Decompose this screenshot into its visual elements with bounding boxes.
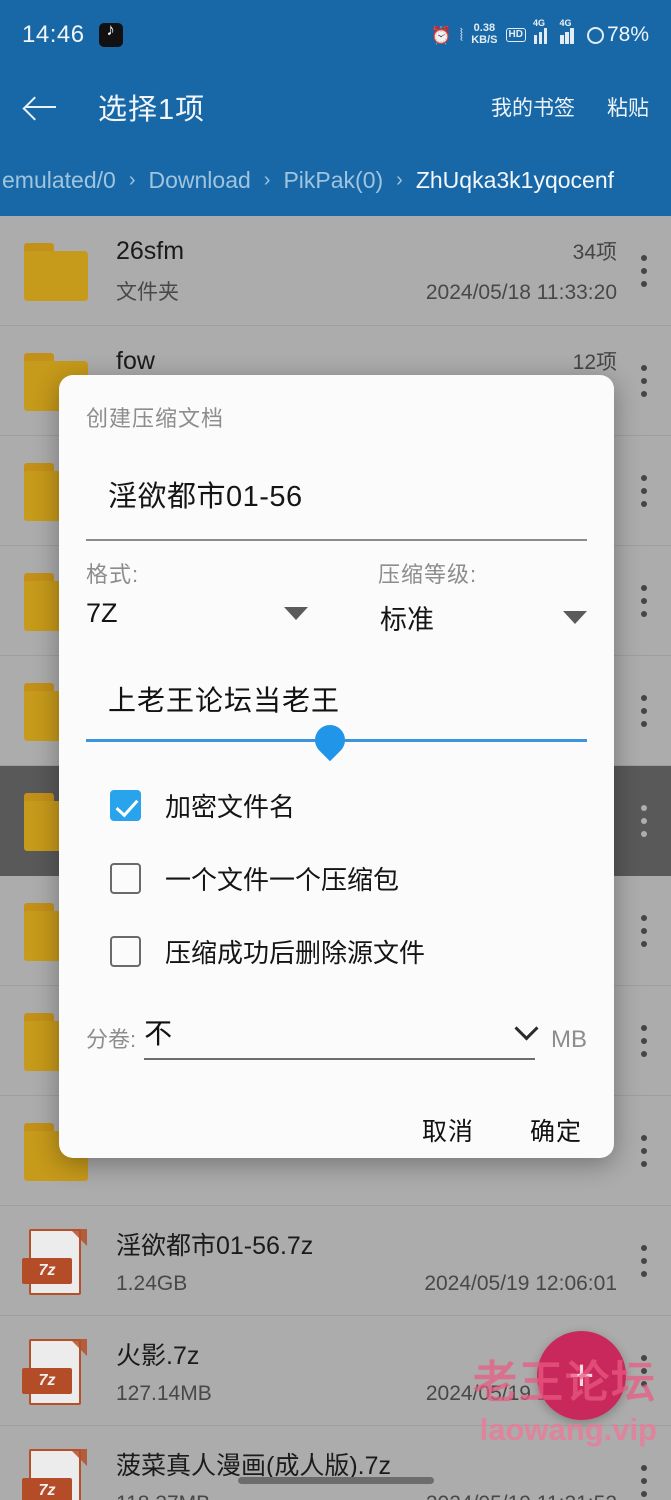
- page-title: 选择1项: [98, 94, 206, 126]
- chevron-down-icon[interactable]: [563, 611, 587, 624]
- network-speed-unit: KB/S: [471, 34, 498, 46]
- create-archive-dialog: 创建压缩文档 淫欲都市01-56 格式: 7Z 压缩等级: 标准 上老王论坛当老…: [59, 375, 614, 1158]
- hd-label: HD: [508, 29, 523, 40]
- checkbox-label: 压缩成功后删除源文件: [165, 938, 426, 968]
- split-volume-unit: MB: [551, 1026, 587, 1053]
- split-volume-label: 分卷:: [86, 1027, 137, 1052]
- checkbox-icon-checked[interactable]: [110, 790, 141, 821]
- checkbox-one-archive-per-file[interactable]: 一个文件一个压缩包: [86, 860, 587, 897]
- phone-screen: 14:46 ⏰ ⦚ 0.38 KB/S HD 4G 4G 78%: [0, 0, 671, 1500]
- dialog-actions: 取消 确定: [86, 1112, 587, 1148]
- split-volume-select[interactable]: 不: [144, 1012, 539, 1060]
- bluetooth-icon: ⦚: [459, 25, 464, 45]
- checkbox-icon-unchecked[interactable]: [110, 863, 141, 894]
- paste-button[interactable]: 粘贴: [607, 92, 649, 122]
- text-cursor-handle[interactable]: [308, 718, 352, 762]
- checkbox-label: 加密文件名: [165, 792, 296, 822]
- home-gesture-pill[interactable]: [237, 1476, 434, 1484]
- alarm-icon: ⏰: [430, 25, 452, 45]
- network-speed-indicator: 0.38 KB/S: [471, 23, 497, 46]
- breadcrumb: emulated/0 › Download › PikPak(0) › ZhUq…: [0, 144, 671, 216]
- format-and-level-row: 格式: 7Z 压缩等级: 标准: [86, 557, 587, 637]
- breadcrumb-item-download[interactable]: Download: [148, 167, 250, 194]
- app-bar: 选择1项 我的书签 粘贴: [0, 70, 671, 144]
- system-nav-bar: [0, 1460, 671, 1500]
- status-icons: ⏰ ⦚ 0.38 KB/S HD 4G 4G 78%: [430, 18, 650, 47]
- chevron-down-icon[interactable]: [284, 607, 308, 620]
- sim2-network-type: 4G: [559, 17, 572, 28]
- battery-percent: 78%: [606, 23, 649, 46]
- compression-level-label: 压缩等级:: [378, 562, 478, 587]
- app-bar-actions: 我的书签 粘贴: [491, 92, 649, 122]
- checkbox-icon-unchecked[interactable]: [110, 936, 141, 967]
- breadcrumb-separator: ›: [396, 168, 403, 191]
- breadcrumb-item-pikpak[interactable]: PikPak(0): [283, 167, 383, 194]
- compression-level-value: 标准: [380, 605, 434, 635]
- password-input[interactable]: 上老王论坛当老王: [86, 679, 587, 719]
- format-select[interactable]: 格式: 7Z: [86, 557, 308, 637]
- split-volume-value: 不: [144, 1018, 173, 1049]
- checkbox-encrypt-filenames[interactable]: 加密文件名: [86, 787, 587, 824]
- format-value: 7Z: [86, 598, 118, 628]
- my-bookmarks-button[interactable]: 我的书签: [491, 92, 575, 122]
- breadcrumb-separator: ›: [263, 168, 271, 191]
- compression-level-select[interactable]: 压缩等级: 标准: [308, 557, 587, 637]
- sim1-network-type: 4G: [532, 17, 545, 28]
- cancel-button[interactable]: 取消: [422, 1112, 474, 1148]
- battery-icon: [586, 26, 604, 44]
- breadcrumb-separator: ›: [128, 168, 136, 191]
- back-arrow-icon[interactable]: [22, 88, 60, 126]
- breadcrumb-item-emulated[interactable]: emulated/0: [2, 167, 116, 194]
- password-underline: [86, 718, 587, 762]
- checkbox-delete-source-after[interactable]: 压缩成功后删除源文件: [86, 933, 587, 970]
- chevron-down-icon[interactable]: [514, 1016, 539, 1041]
- signal-sim2-icon: 4G: [559, 18, 579, 44]
- add-button[interactable]: +: [537, 1331, 626, 1420]
- status-clock: 14:46: [22, 21, 85, 48]
- breadcrumb-item-current[interactable]: ZhUqka3k1yqocenf: [416, 167, 614, 194]
- split-volume-row: 分卷: 不 MB: [86, 1012, 587, 1060]
- confirm-button[interactable]: 确定: [530, 1112, 582, 1148]
- status-bar: 14:46 ⏰ ⦚ 0.38 KB/S HD 4G 4G 78%: [0, 0, 671, 70]
- hd-voice-icon: HD: [505, 28, 526, 42]
- battery-indicator: 78%: [586, 23, 649, 47]
- archive-name-underline: [86, 539, 587, 541]
- checkbox-label: 一个文件一个压缩包: [165, 865, 400, 895]
- dialog-title: 创建压缩文档: [86, 406, 225, 431]
- tiktok-icon: [98, 20, 123, 47]
- signal-sim1-icon: 4G: [533, 18, 553, 44]
- archive-name-input[interactable]: 淫欲都市01-56: [86, 473, 587, 515]
- format-label: 格式:: [86, 562, 140, 587]
